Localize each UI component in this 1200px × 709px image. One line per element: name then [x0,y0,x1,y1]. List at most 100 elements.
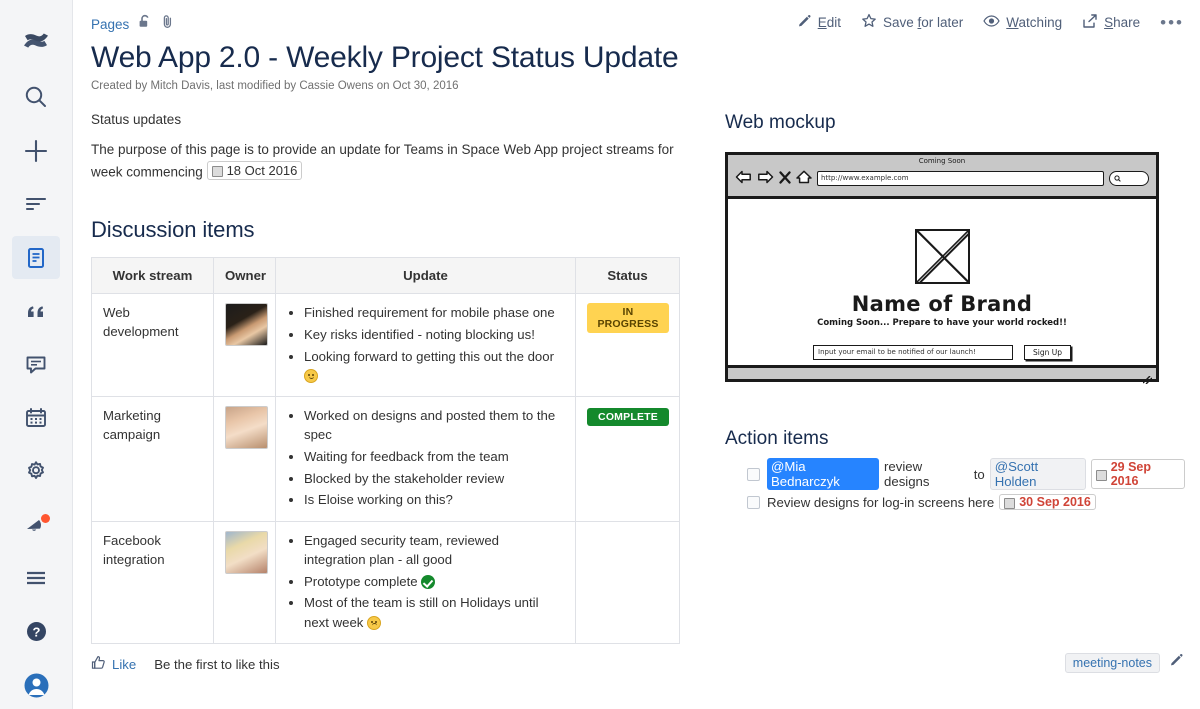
help-icon: ? [24,619,49,644]
cell-update: Worked on designs and posted them to the… [276,397,576,522]
avatar-icon [23,672,50,699]
update-bullet: Worked on designs and posted them to the… [304,406,564,444]
mention-selected[interactable]: @Mia Bednarczyk [767,458,879,490]
mockup-image-placeholder-icon [915,229,970,284]
cell-update: Engaged security team, reviewed integrat… [276,522,576,644]
avatar [225,303,268,346]
mockup-email-input[interactable]: Input your email to be notified of our l… [813,345,1013,360]
home-icon[interactable] [796,169,812,188]
watching-label: Watching [1006,15,1062,30]
purpose-text: The purpose of this page is to provide a… [91,142,674,179]
mockup-browser-chrome: Coming Soon http://www.example.com [728,155,1156,199]
cell-work-stream: Marketing campaign [92,397,214,522]
sidebar-item-quotes[interactable] [12,289,60,332]
action-item-body: review designs [884,459,969,489]
week-commencing-date-text: 18 Oct 2016 [227,162,298,180]
web-mockup-image[interactable]: Coming Soon http://www.example.com [725,152,1159,382]
calendar-icon [1004,498,1015,509]
sidebar-item-create[interactable] [12,129,60,172]
mockup-nav-row: http://www.example.com [735,169,1149,188]
discussion-items-table: Work stream Owner Update Status Web deve… [91,257,680,644]
plus-icon [23,138,49,164]
status-updates-label: Status updates [91,112,691,127]
update-bullet: Waiting for feedback from the team [304,447,564,466]
mention-assignee[interactable]: @Scott Holden [990,458,1086,490]
action-items-list: @Mia Bednarczyk review designs to @Scott… [725,458,1185,510]
like-button[interactable]: Like [91,655,136,673]
status-badge: COMPLETE [587,408,669,426]
action-item-checkbox[interactable] [747,496,760,509]
share-button[interactable]: Share [1082,14,1140,32]
list-item: @Mia Bednarczyk review designs to @Scott… [747,458,1185,490]
page-labels: meeting-notes [1065,653,1184,673]
calendar-icon [1096,470,1107,481]
sidebar-item-calendar[interactable] [12,396,60,439]
update-bullet: Blocked by the stakeholder review [304,469,564,488]
sidebar-item-feed[interactable] [12,182,60,225]
mockup-page-body: Name of Brand Coming Soon... Prepare to … [728,199,1156,365]
sidebar-item-confluence-logo[interactable] [12,18,60,61]
like-note: Be the first to like this [154,657,279,672]
column-header-status: Status [576,258,680,294]
mockup-url-bar[interactable]: http://www.example.com [817,171,1104,186]
watching-button[interactable]: Watching [983,14,1062,31]
avatar [225,531,268,574]
comment-icon [24,353,48,377]
paperclip-icon[interactable] [161,14,174,34]
cell-status [576,522,680,644]
resize-grip-icon [1143,369,1152,377]
save-for-later-button[interactable]: Save for later [861,13,963,32]
breadcrumb-pages-link[interactable]: Pages [91,17,129,32]
cell-owner [214,397,276,522]
label-chip[interactable]: meeting-notes [1065,653,1160,673]
pencil-icon[interactable] [1169,653,1184,673]
sidebar-item-settings[interactable] [12,450,60,493]
save-for-later-label: Save for later [883,15,963,30]
due-date-lozenge[interactable]: 30 Sep 2016 [999,494,1096,510]
stop-x-icon[interactable] [779,169,791,188]
forward-arrow-icon[interactable] [757,169,774,188]
column-header-work-stream: Work stream [92,258,214,294]
sidebar-item-help[interactable]: ? [12,610,60,653]
update-bullet: Is Eloise working on this? [304,490,564,509]
week-commencing-date-lozenge[interactable]: 18 Oct 2016 [207,161,303,181]
share-label: Share [1104,15,1140,30]
sidebar-item-comments[interactable] [12,343,60,386]
right-content-column: Web mockup Coming Soon [725,112,1185,514]
update-bullet: Looking forward to getting this out the … [304,347,564,385]
unlocked-padlock-icon[interactable] [138,14,152,34]
sidebar-item-search[interactable] [12,75,60,118]
smiley-face-emoji [304,369,318,383]
sidebar-item-menu[interactable] [12,557,60,600]
feed-icon [24,192,48,216]
cell-update: Finished requirement for mobile phase on… [276,294,576,397]
page-container: Pages Edit Save for later Watching [73,0,1200,709]
edit-button[interactable]: Edit [797,14,841,32]
sad-face-emoji [367,616,381,630]
sidebar-item-notifications[interactable] [12,503,60,546]
avatar [225,406,268,449]
back-arrow-icon[interactable] [735,169,752,188]
more-actions-button[interactable]: ••• [1160,18,1184,28]
mockup-signup-button[interactable]: Sign Up [1024,345,1071,360]
mockup-status-bar [728,365,1156,379]
page-byline: Created by Mitch Davis, last modified by… [91,80,459,92]
table-row: Marketing campaign Worked on designs and… [92,397,680,522]
due-date-text: 29 Sep 2016 [1111,460,1180,488]
update-bullet: Key risks identified - noting blocking u… [304,325,564,344]
mockup-tagline: Coming Soon... Prepare to have your worl… [728,318,1156,328]
sidebar-item-pages[interactable] [12,236,60,279]
action-item-to-label: to [974,467,985,482]
due-date-lozenge[interactable]: 29 Sep 2016 [1091,459,1185,489]
sidebar-item-profile[interactable] [12,664,60,707]
global-sidebar: ? [0,0,73,709]
action-item-checkbox[interactable] [747,468,760,481]
web-mockup-heading: Web mockup [725,112,1185,134]
table-row: Web development Finished requirement for… [92,294,680,397]
pencil-icon [797,14,812,32]
mockup-brand-name: Name of Brand [728,292,1156,316]
page-footer: Like Be the first to like this [91,655,280,673]
cell-work-stream: Facebook integration [92,522,214,644]
table-header-row: Work stream Owner Update Status [92,258,680,294]
mockup-search-box[interactable] [1109,171,1149,186]
